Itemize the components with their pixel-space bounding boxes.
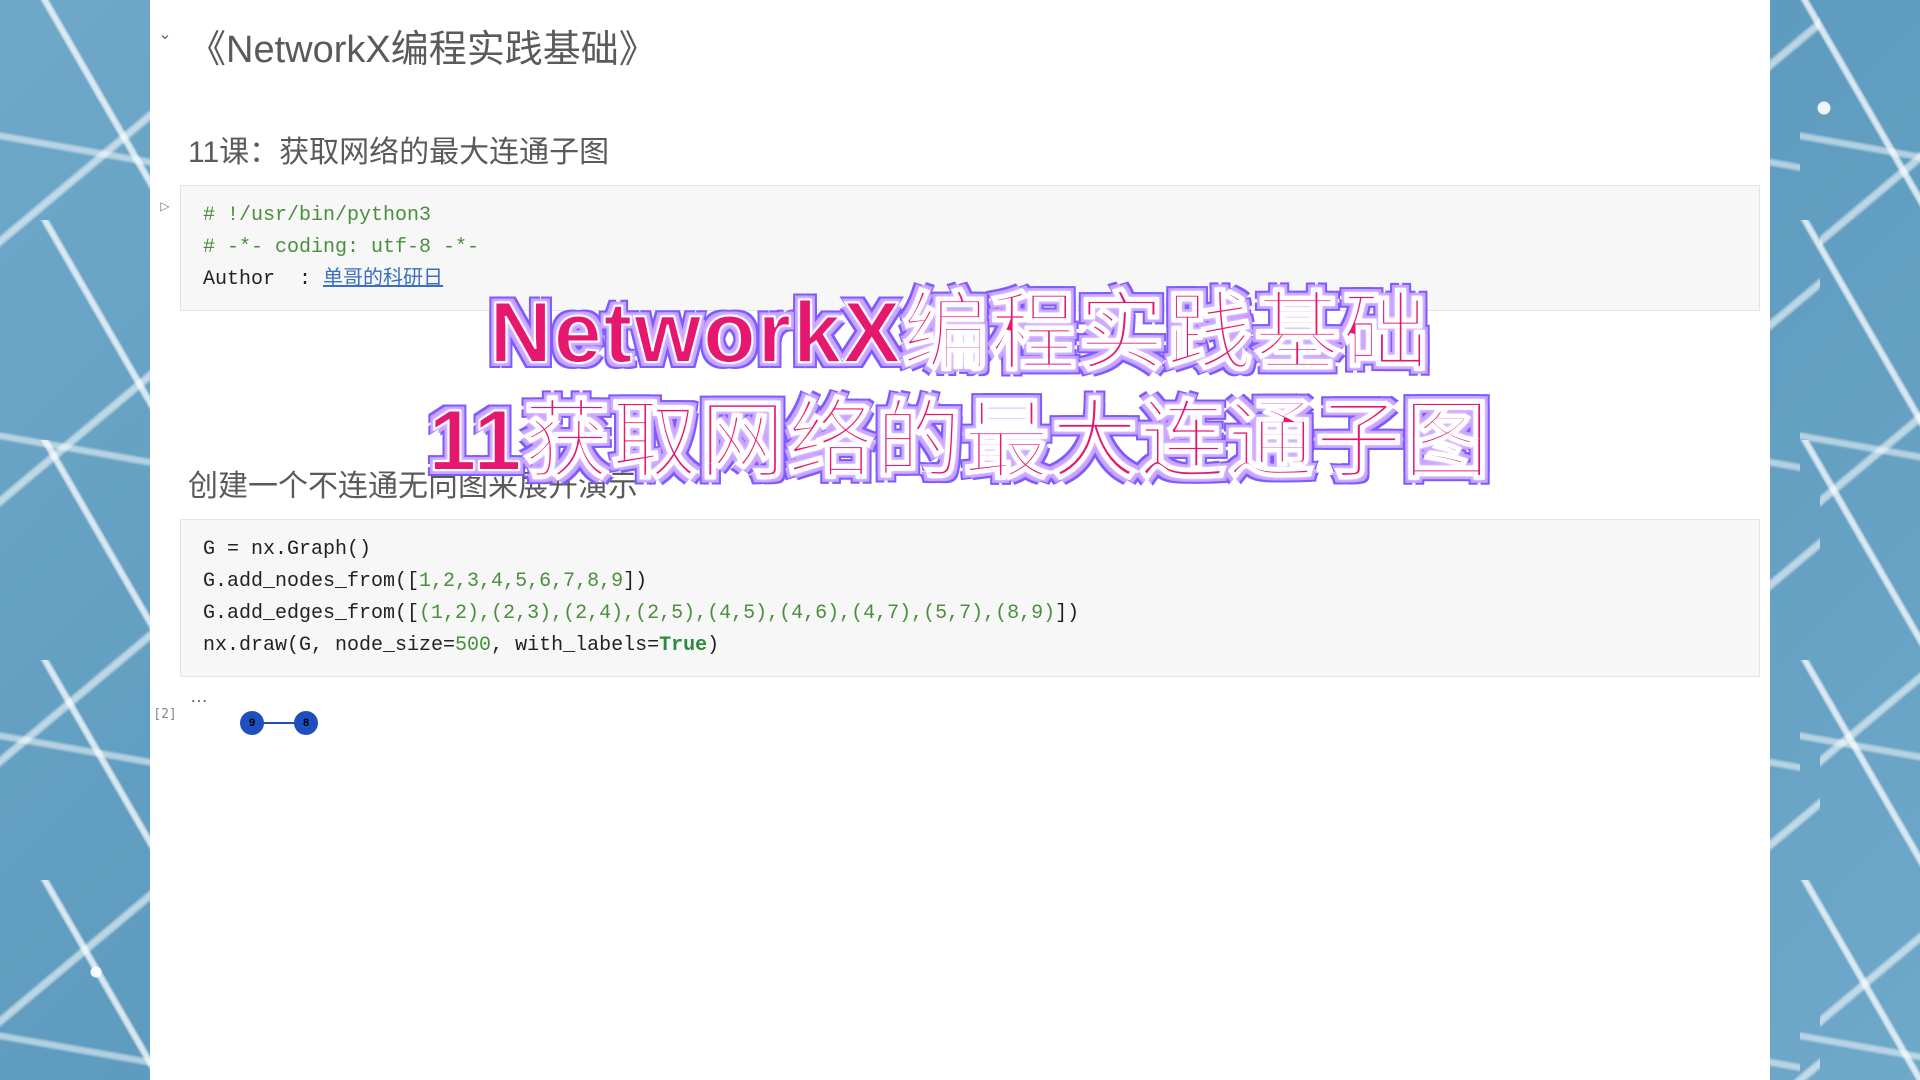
run-cell-icon[interactable]: ▷ [150, 185, 180, 321]
cell-gutter [150, 451, 180, 519]
graph-edge [262, 722, 296, 724]
author-link[interactable]: 单哥的科研日 [323, 268, 443, 291]
jupyter-notebook: ⌄ 《NetworkX编程实践基础》 11课：获取网络的最大连通子图 ▷ # !… [150, 0, 1770, 1080]
code-line: G.add_edges_from([ [203, 602, 419, 625]
output-ellipsis: … [180, 687, 1760, 705]
code-line: G = nx.Graph() [203, 538, 371, 561]
cell-gutter [150, 519, 180, 687]
code-numbers: 1,2,3,4,5,6,7,8,9 [419, 570, 623, 593]
title-cell[interactable]: ⌄ 《NetworkX编程实践基础》 11课：获取网络的最大连通子图 [150, 0, 1770, 185]
cell-execution-label: [2] [150, 687, 180, 735]
code-line: G.add_nodes_from([ [203, 570, 419, 593]
graph-node: 8 [294, 711, 318, 735]
code-text: Author : [203, 268, 323, 291]
spacer [150, 321, 1770, 451]
code-block-1[interactable]: # !/usr/bin/python3 # -*- coding: utf-8 … [180, 185, 1760, 311]
code-numbers: (1,2),(2,3),(2,4),(2,5),(4,5),(4,6),(4,7… [419, 602, 1055, 625]
collapse-chevron-icon[interactable]: ⌄ [150, 0, 180, 185]
code-block-2[interactable]: G = nx.Graph() G.add_nodes_from([1,2,3,4… [180, 519, 1760, 677]
code-line: nx.draw(G, node_size= [203, 634, 455, 657]
lesson-subtitle: 11课：获取网络的最大连通子图 [180, 81, 1760, 185]
notebook-title: 《NetworkX编程实践基础》 [180, 0, 1760, 81]
code-cell-1[interactable]: ▷ # !/usr/bin/python3 # -*- coding: utf-… [150, 185, 1770, 321]
graph-output-peek: 98 [180, 705, 1760, 735]
section-heading: 创建一个不连通无向图来展开演示 [180, 451, 1760, 519]
output-cell: [2] … 98 [150, 687, 1770, 735]
section-cell[interactable]: 创建一个不连通无向图来展开演示 [150, 451, 1770, 519]
code-comment: # -*- coding: utf-8 -*- [203, 236, 479, 259]
code-comment: # !/usr/bin/python3 [203, 204, 431, 227]
graph-node: 9 [240, 711, 264, 735]
code-cell-2[interactable]: G = nx.Graph() G.add_nodes_from([1,2,3,4… [150, 519, 1770, 687]
